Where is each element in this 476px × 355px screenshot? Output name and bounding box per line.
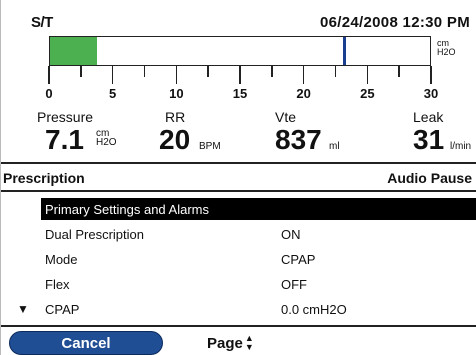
leak-unit: l/min [450, 141, 472, 152]
scale-tick-label: 0 [45, 86, 53, 101]
gauge-scale: 0 5 10 15 20 25 30 [45, 66, 438, 106]
vte-unit: ml [329, 141, 340, 152]
scale-tick-label: 25 [360, 86, 375, 101]
menu-item-value: 0.0 cmH2O [281, 302, 347, 317]
menu-item-primary-settings[interactable]: Primary Settings and Alarms [41, 198, 476, 220]
soft-key-bar: Cancel Page ▲ ▼ [1, 330, 476, 355]
page-label: Page [207, 334, 243, 352]
pressure-label: Pressure [37, 109, 94, 125]
menu-item-label: Mode [45, 252, 78, 267]
menu-item-label: Primary Settings and Alarms [45, 202, 210, 217]
ventilator-screen: S/T 06/24/2008 12:30 PM cm H2O 0 5 10 15 20 2… [0, 0, 476, 355]
scale-major-tick [302, 66, 305, 84]
section-divider [1, 190, 476, 192]
rr-value: 20 [159, 124, 191, 155]
gauge-unit: cm H2O [437, 39, 456, 57]
therapy-mode-label: S/T [31, 14, 53, 31]
scale-tick-label: 5 [109, 86, 117, 101]
pressure-unit: cm H2O [96, 129, 117, 148]
scale-minor-tick [143, 66, 146, 77]
scale-minor-tick [207, 66, 209, 77]
scale-major-tick [239, 66, 241, 84]
page-up-down-icon: ▲ ▼ [244, 333, 254, 352]
menu-item-value: OFF [281, 277, 307, 292]
scale-tick-label: 20 [296, 86, 311, 101]
rr-unit: BPM [199, 141, 221, 152]
readout-divider [1, 162, 476, 164]
menu-item-label: Flex [45, 277, 70, 292]
scale-tick-label: 10 [169, 86, 184, 101]
audio-pause-button[interactable]: Audio Pause [387, 170, 472, 186]
scale-minor-tick [271, 66, 273, 77]
scale-major-tick [366, 66, 369, 84]
menu-item-value: CPAP [281, 252, 316, 267]
leak-label: Leak [413, 109, 444, 125]
pressure-gauge [49, 36, 431, 66]
scale-major-tick [175, 66, 178, 84]
scale-minor-tick [80, 66, 82, 77]
gauge-fill-bar [50, 37, 98, 65]
gauge-peak-marker [342, 37, 346, 65]
menu-item-label: CPAP [45, 302, 80, 317]
page-control[interactable]: Page ▲ ▼ [207, 334, 254, 352]
scale-minor-tick [398, 66, 400, 77]
scroll-down-arrow-icon: ▼ [17, 302, 29, 316]
pressure-unit-bottom: H2O [96, 137, 117, 148]
menu-item-flex[interactable]: Flex OFF [41, 273, 476, 295]
scale-major-tick [111, 66, 114, 84]
scale-minor-tick [334, 66, 337, 77]
menu-item-value: ON [281, 227, 301, 242]
menu-item-mode[interactable]: Mode CPAP [41, 248, 476, 270]
scale-major-tick [48, 66, 50, 84]
section-title: Prescription [3, 170, 85, 186]
vte-value: 837 [275, 124, 322, 155]
pressure-value: 7.1 [45, 124, 84, 155]
date-time: 06/24/2008 12:30 PM [320, 14, 470, 31]
cancel-button[interactable]: Cancel [9, 331, 163, 355]
scale-major-tick [430, 66, 432, 84]
menu-item-label: Dual Prescription [45, 227, 144, 242]
leak-value: 31 [413, 124, 445, 155]
gauge-unit-h2o: H2O [437, 47, 456, 57]
rr-label: RR [165, 109, 186, 125]
vte-label: Vte [275, 109, 297, 125]
scale-tick-label: 30 [423, 86, 439, 101]
bottom-divider [1, 325, 476, 327]
scale-tick-label: 15 [232, 86, 248, 101]
menu-item-dual-prescription[interactable]: Dual Prescription ON [41, 223, 476, 245]
menu-item-cpap[interactable]: CPAP 0.0 cmH2O [41, 298, 476, 320]
